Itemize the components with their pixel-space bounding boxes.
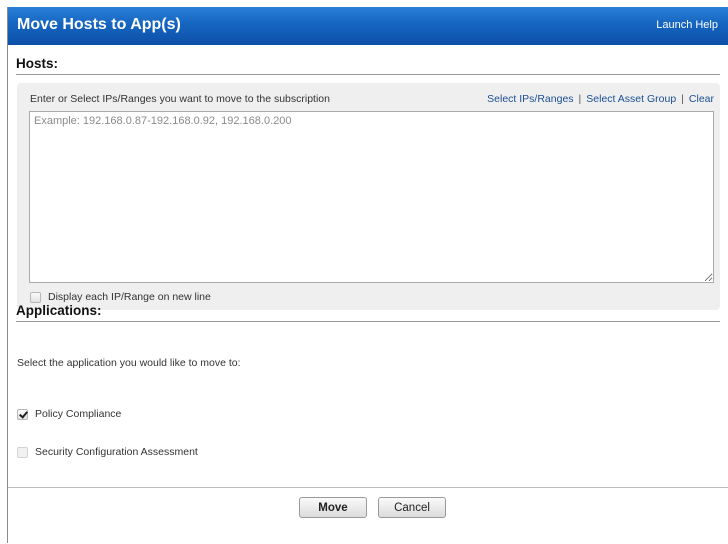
newline-option-label: Display each IP/Range on new line <box>48 291 211 303</box>
app-option-label: Policy Compliance <box>35 408 122 420</box>
dialog-title: Move Hosts to App(s) <box>17 16 181 33</box>
sca-checkbox <box>17 446 28 458</box>
newline-checkbox[interactable] <box>30 291 41 303</box>
dialog-titlebar: Move Hosts to App(s) Launch Help <box>8 7 728 45</box>
select-asset-group-link[interactable]: Select Asset Group <box>586 93 676 105</box>
select-ips-link[interactable]: Select IPs/Ranges <box>487 93 573 105</box>
launch-help-link[interactable]: Launch Help <box>656 19 718 31</box>
cancel-button[interactable]: Cancel <box>378 497 446 518</box>
newline-option[interactable]: Display each IP/Range on new line <box>30 291 211 303</box>
app-option-security-configuration-assessment: Security Configuration Assessment <box>17 446 198 458</box>
policy-compliance-checkbox[interactable] <box>17 408 28 420</box>
hosts-prompt: Enter or Select IPs/Ranges you want to m… <box>30 93 330 105</box>
link-separator: | <box>578 93 582 105</box>
applications-heading: Applications: <box>16 303 720 322</box>
move-hosts-dialog: Move Hosts to App(s) Launch Help Hosts: … <box>7 7 728 543</box>
applications-prompt: Select the application you would like to… <box>17 357 241 369</box>
app-option-label: Security Configuration Assessment <box>35 446 198 458</box>
hosts-panel: Enter or Select IPs/Ranges you want to m… <box>17 83 720 310</box>
hosts-heading: Hosts: <box>16 56 720 75</box>
hosts-links: Select IPs/Ranges | Select Asset Group | Cle… <box>487 93 714 105</box>
app-option-policy-compliance[interactable]: Policy Compliance <box>17 408 121 420</box>
clear-link[interactable]: Clear <box>689 93 714 105</box>
link-separator: | <box>681 93 684 105</box>
dialog-footer: Move Cancel <box>8 487 728 544</box>
ip-ranges-textarea[interactable] <box>29 111 714 283</box>
move-button[interactable]: Move <box>299 497 367 518</box>
